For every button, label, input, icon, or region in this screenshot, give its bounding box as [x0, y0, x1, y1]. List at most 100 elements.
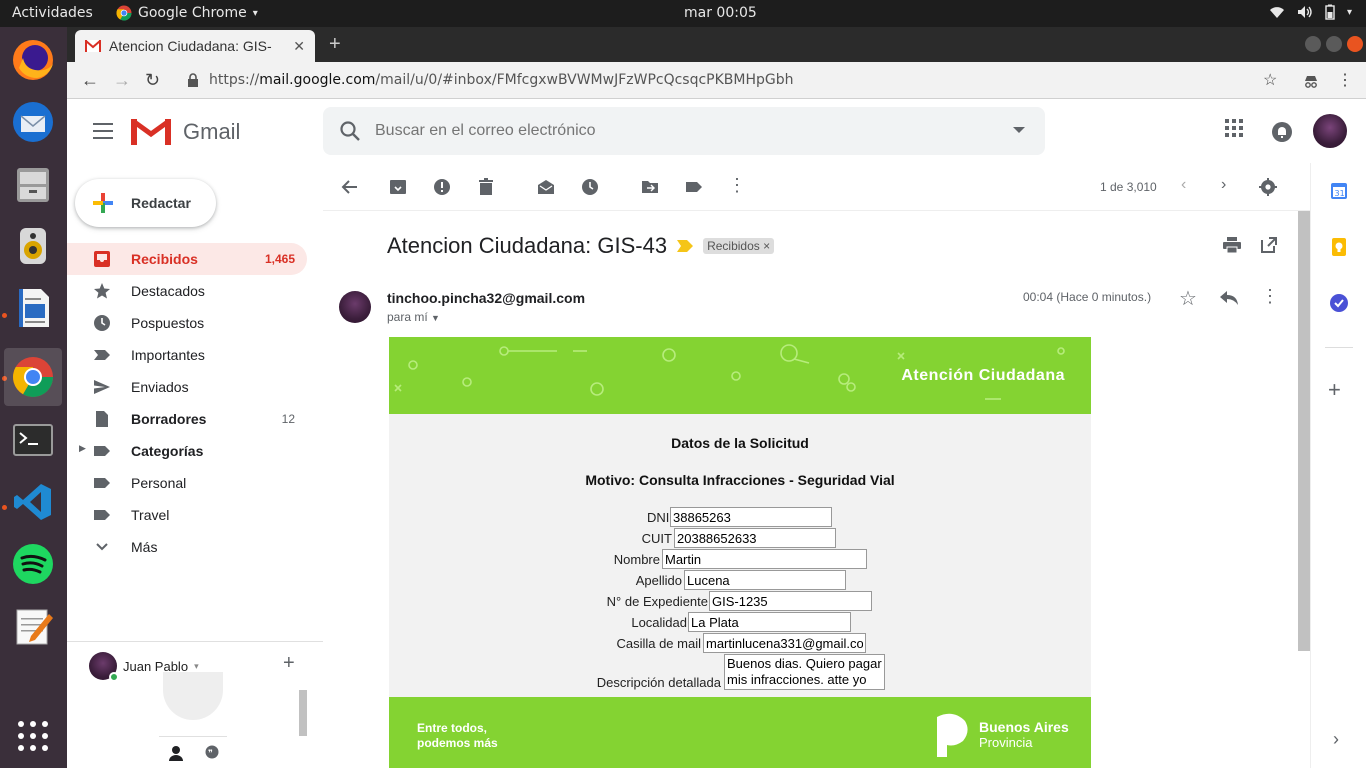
nav-item-snoozed[interactable]: Pospuestos — [67, 307, 307, 339]
newer-chevron-left-icon[interactable]: ‹ — [1181, 176, 1186, 194]
new-chat-plus-icon[interactable]: + — [283, 652, 295, 675]
reload-icon[interactable]: ↻ — [145, 70, 160, 91]
hangouts-scrollbar[interactable] — [299, 690, 307, 736]
dock-files[interactable] — [4, 155, 62, 213]
contacts-person-icon[interactable] — [169, 745, 183, 761]
nav-label: Más — [131, 539, 158, 555]
gmail-sidebar: Redactar Recibidos 1,465 Destacados Posp… — [67, 163, 323, 768]
speaker-icon — [20, 228, 46, 264]
incognito-extension-icon[interactable] — [1303, 73, 1319, 89]
apps-grid-icon[interactable] — [1225, 119, 1243, 137]
dock-firefox[interactable] — [4, 31, 62, 89]
calendar-icon[interactable]: 31 — [1329, 181, 1349, 201]
message-scrollbar[interactable] — [1298, 211, 1310, 651]
address-bar[interactable]: https://mail.google.com/mail/u/0/#inbox/… — [209, 72, 794, 88]
dock-vscode[interactable] — [4, 473, 62, 531]
mark-unread-icon[interactable] — [537, 178, 555, 196]
move-to-icon[interactable] — [641, 178, 659, 196]
lock-icon[interactable] — [187, 73, 199, 87]
dock-writer[interactable] — [4, 279, 62, 337]
get-addons-plus-icon[interactable]: + — [1328, 377, 1341, 403]
dock-rhythmbox[interactable] — [4, 217, 62, 275]
back-to-inbox-arrow-icon[interactable] — [341, 178, 359, 196]
open-in-new-window-icon[interactable] — [1261, 237, 1277, 253]
new-tab-button[interactable]: + — [329, 33, 341, 56]
sender-avatar[interactable] — [339, 291, 371, 323]
dock-text-editor[interactable] — [4, 597, 62, 655]
search-options-dropdown-icon[interactable] — [1013, 127, 1025, 133]
browser-menu-icon[interactable]: ⋮ — [1337, 70, 1353, 90]
search-input[interactable] — [375, 119, 975, 143]
bookmark-star-icon[interactable]: ☆ — [1263, 70, 1277, 90]
browser-tab[interactable]: Atencion Ciudadana: GIS- ✕ — [75, 30, 315, 62]
nav-item-sent[interactable]: Enviados — [67, 371, 307, 403]
sender-email[interactable]: tinchoo.pincha32@gmail.com — [387, 290, 585, 306]
description-textarea[interactable]: Buenos dias. Quiero pagar mis infraccion… — [724, 654, 885, 690]
nav-item-travel[interactable]: Travel — [67, 499, 307, 531]
activities-button[interactable]: Actividades — [12, 5, 93, 21]
dock-chrome[interactable] — [4, 348, 62, 406]
maximize-window-button[interactable] — [1326, 36, 1342, 52]
report-spam-icon[interactable] — [433, 178, 451, 196]
dock-spotify[interactable] — [4, 535, 62, 593]
dni-field[interactable] — [670, 507, 832, 527]
clock[interactable]: mar 00:05 — [684, 5, 757, 21]
nombre-field[interactable] — [662, 549, 867, 569]
dock-thunderbird[interactable] — [4, 93, 62, 151]
nav-item-inbox[interactable]: Recibidos 1,465 — [67, 243, 307, 275]
label-tag-icon — [94, 446, 110, 456]
close-window-button[interactable] — [1347, 36, 1363, 52]
close-tab-icon[interactable]: ✕ — [293, 38, 305, 55]
cuit-field[interactable] — [674, 528, 836, 548]
nav-item-starred[interactable]: Destacados — [67, 275, 307, 307]
app-menu-label: Google Chrome — [138, 5, 247, 21]
nav-item-categories[interactable]: ▶ Categorías — [67, 435, 307, 467]
snooze-clock-icon[interactable] — [581, 178, 599, 196]
remove-label-icon[interactable]: × — [763, 239, 770, 253]
chevron-down-icon: ▾ — [194, 660, 199, 671]
gmail-logo-icon[interactable] — [131, 117, 171, 145]
main-menu-icon[interactable] — [93, 123, 113, 144]
account-avatar[interactable] — [1313, 114, 1347, 148]
recipient-toggle[interactable]: para mí ▼ — [387, 310, 440, 324]
volume-icon — [1297, 6, 1312, 18]
more-options-icon[interactable]: ⋮ — [728, 175, 746, 196]
print-icon[interactable] — [1223, 237, 1241, 253]
message-more-options-icon[interactable]: ⋮ — [1261, 286, 1279, 307]
minimize-window-button[interactable] — [1305, 36, 1321, 52]
apellido-field[interactable] — [684, 570, 846, 590]
importance-marker-icon[interactable] — [677, 240, 694, 252]
dock-terminal[interactable] — [4, 411, 62, 469]
mail-field[interactable] — [703, 633, 866, 653]
forward-arrow-icon[interactable]: → — [113, 70, 131, 91]
keep-bulb-icon[interactable] — [1329, 237, 1349, 257]
search-icon[interactable] — [339, 120, 361, 142]
back-arrow-icon[interactable]: ← — [81, 70, 99, 91]
system-tray[interactable]: ▾ — [1269, 4, 1352, 20]
app-menu[interactable]: Google Chrome ▾ — [116, 5, 258, 21]
show-applications-button[interactable] — [4, 707, 62, 765]
archive-icon[interactable] — [389, 178, 407, 196]
nav-item-drafts[interactable]: Borradores 12 — [67, 403, 307, 435]
trash-icon[interactable] — [477, 178, 495, 196]
reply-arrow-icon[interactable] — [1220, 291, 1238, 305]
settings-gear-icon[interactable] — [1259, 178, 1277, 196]
compose-button[interactable]: Redactar — [75, 179, 216, 227]
nav-item-personal[interactable]: Personal — [67, 467, 307, 499]
star-message-icon[interactable]: ☆ — [1179, 286, 1197, 311]
older-chevron-right-icon[interactable]: › — [1221, 176, 1226, 194]
expediente-field[interactable] — [709, 591, 872, 611]
field-label: Casilla de mail — [616, 636, 701, 651]
inbox-label-chip[interactable]: Recibidos × — [703, 238, 775, 254]
nav-item-more[interactable]: Más — [67, 531, 307, 563]
notifications-bell-icon[interactable] — [1271, 121, 1293, 143]
message-view: ⋮ 1 de 3,010 ‹ › Atencion Ciudadana: GIS… — [323, 163, 1310, 768]
nav-label: Recibidos — [131, 251, 198, 267]
label-tag-icon[interactable] — [685, 178, 703, 196]
expand-panel-chevron-icon[interactable]: › — [1333, 729, 1339, 750]
hangouts-quote-icon[interactable]: ❞ — [205, 745, 219, 761]
nav-item-important[interactable]: Importantes — [67, 339, 307, 371]
expand-arrow-icon[interactable]: ▶ — [79, 443, 86, 454]
tasks-check-icon[interactable] — [1329, 293, 1349, 313]
localidad-field[interactable] — [688, 612, 851, 632]
